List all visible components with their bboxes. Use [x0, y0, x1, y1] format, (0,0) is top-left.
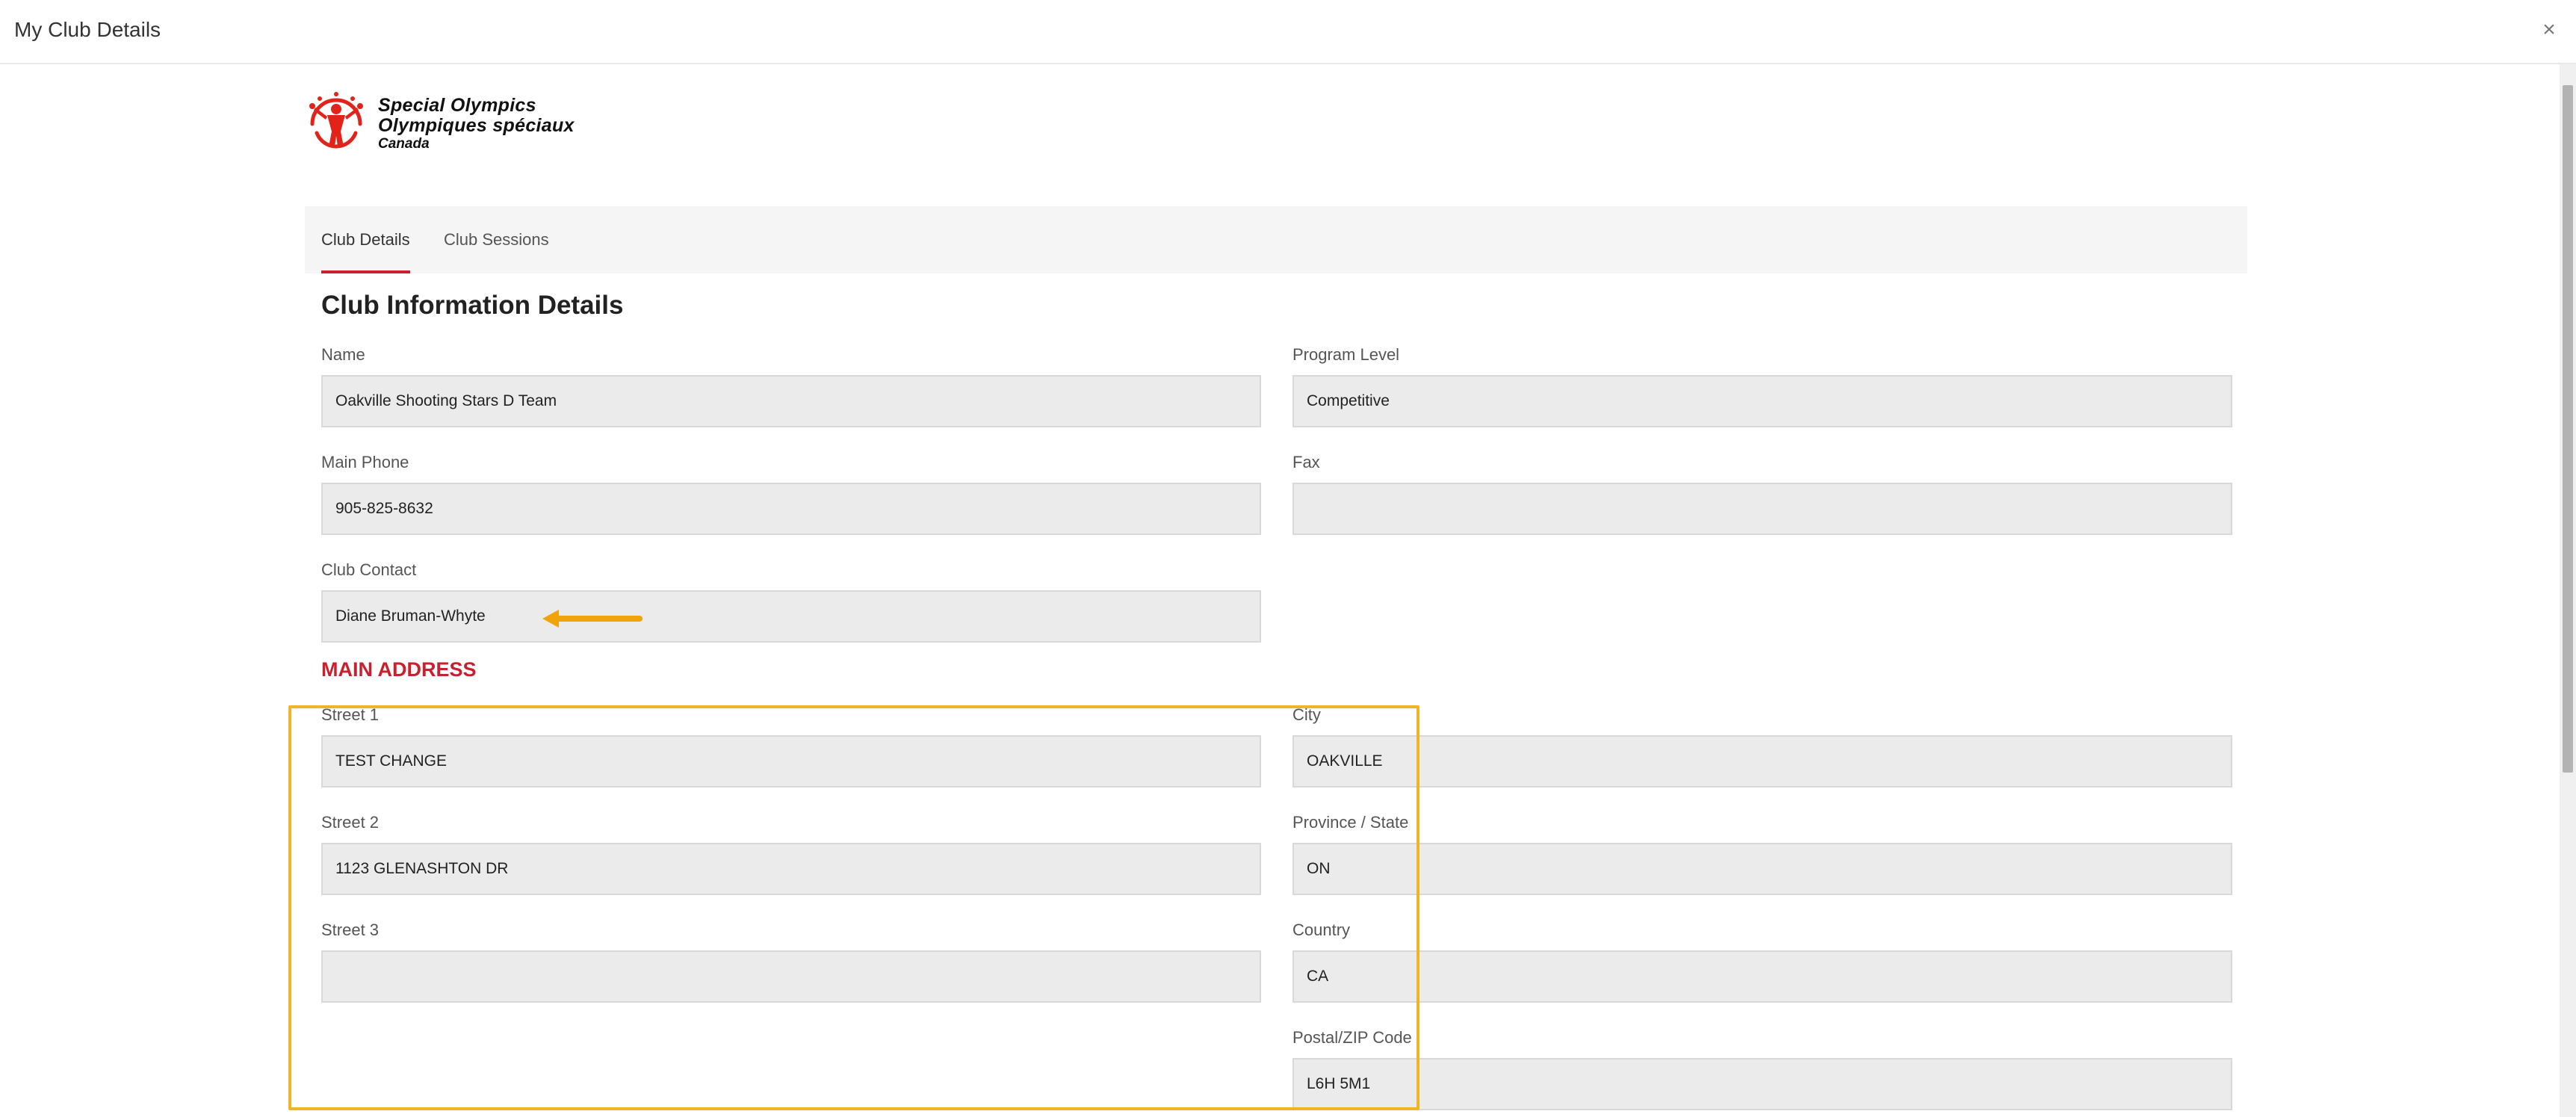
- annotation-arrow-icon: [542, 610, 643, 628]
- vertical-scrollbar[interactable]: [2560, 64, 2576, 1117]
- main-address-heading: MAIN ADDRESS: [321, 658, 477, 681]
- logo-text-line1: Special Olympics: [378, 95, 536, 116]
- country-field[interactable]: CA: [1292, 950, 2232, 1003]
- modal-body: Special Olympics Olympiques spéciaux Can…: [0, 64, 2560, 1117]
- special-olympics-logo-mark-icon: [309, 92, 363, 149]
- modal-title: My Club Details: [14, 18, 161, 41]
- close-icon[interactable]: ×: [2536, 16, 2563, 43]
- postal-code-field[interactable]: L6H 5M1: [1292, 1058, 2232, 1110]
- fax-label: Fax: [1292, 453, 1320, 471]
- name-label: Name: [321, 345, 365, 364]
- page-title: Club Information Details: [321, 291, 624, 320]
- name-field[interactable]: Oakville Shooting Stars D Team: [321, 375, 1261, 427]
- logo-text-line2: Olympiques spéciaux: [378, 115, 575, 136]
- tab-bar: Club Details Club Sessions: [305, 206, 2247, 273]
- annotation-highlight-box: [288, 705, 1419, 1110]
- club-contact-label: Club Contact: [321, 560, 417, 579]
- city-field[interactable]: OAKVILLE: [1292, 735, 2232, 788]
- tab-club-details[interactable]: Club Details: [321, 206, 410, 273]
- program-level-label: Program Level: [1292, 345, 1400, 364]
- main-phone-field[interactable]: 905-825-8632: [321, 483, 1261, 535]
- program-level-field[interactable]: Competitive: [1292, 375, 2232, 427]
- province-field[interactable]: ON: [1292, 843, 2232, 895]
- modal-header: My Club Details ×: [0, 0, 2576, 64]
- logo-text-line3: Canada: [378, 136, 430, 152]
- fax-field[interactable]: [1292, 483, 2232, 535]
- main-phone-label: Main Phone: [321, 453, 409, 471]
- scrollbar-thumb[interactable]: [2563, 85, 2573, 773]
- special-olympics-logo: Special Olympics Olympiques spéciaux Can…: [305, 91, 619, 158]
- club-contact-field[interactable]: Diane Bruman-Whyte: [321, 590, 1261, 643]
- tab-club-sessions[interactable]: Club Sessions: [444, 206, 549, 273]
